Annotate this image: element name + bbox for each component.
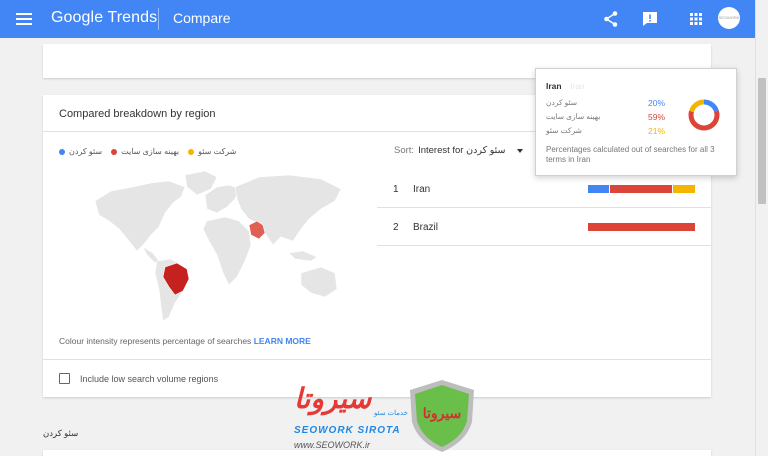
sort-control[interactable]: Sort: Interest for سئو کردن [394, 145, 524, 156]
legend-dot-blue [59, 148, 65, 155]
share-icon[interactable] [601, 9, 621, 29]
tooltip-term: بهینه سازی سایت [546, 112, 601, 121]
share-segment [672, 185, 695, 193]
region-tooltip: Iran Iran سئو کردن 20% بهینه سازی سایت 5… [535, 68, 737, 176]
row-share-bar [588, 223, 695, 231]
row-rank: 1 [393, 184, 399, 195]
card-title: Compared breakdown by region [59, 108, 216, 120]
share-segment [588, 185, 609, 193]
map-australia [300, 266, 338, 298]
feedback-icon[interactable] [640, 9, 660, 29]
tooltip-ghost-label: Iran [570, 81, 585, 91]
legend-label: سئو کردن [69, 147, 103, 156]
row-share-bar [588, 185, 695, 193]
world-map[interactable] [89, 169, 349, 329]
tooltip-title: Iran [546, 81, 562, 91]
shield-text: سیروتا [423, 406, 462, 422]
watermark-small: خدمات سئو [374, 410, 409, 417]
watermark-line2: www.SEOWORK.ir [294, 440, 371, 450]
low-volume-label: Include low search volume regions [80, 374, 219, 384]
table-row[interactable]: 2 Brazil [377, 208, 711, 246]
tooltip-row: سئو کردن 20% [546, 98, 666, 108]
legend-dot-red [111, 148, 118, 155]
legend-dot-yellow [188, 148, 195, 155]
watermark-brand: سیروتا [294, 382, 372, 415]
legend: سئو کردن بهینه سازی سایت شرکت سئو [59, 147, 236, 156]
map-north-america [94, 180, 186, 252]
map-central-america [142, 246, 160, 264]
share-segment [610, 185, 672, 193]
tooltip-donut [688, 99, 720, 131]
low-volume-checkbox[interactable] [59, 373, 70, 384]
map-note: Colour intensity represents percentage o… [59, 336, 311, 346]
legend-item: سئو کردن [59, 147, 102, 156]
shield-logo: سیروتا [410, 380, 474, 452]
legend-label: بهینه سازی سایت [121, 147, 180, 156]
tooltip-pct: 59% [648, 112, 666, 122]
watermark-line1: SEOWORK SIROTA [294, 425, 401, 436]
region-list: 1 Iran 2 Brazil [377, 170, 711, 246]
map-africa [202, 216, 252, 286]
row-name: Brazil [413, 222, 439, 233]
row-rank: 2 [393, 222, 399, 233]
tooltip-pct: 21% [648, 126, 666, 136]
legend-item: شرکت سئو [188, 147, 236, 156]
learn-more-link[interactable]: LEARN MORE [254, 336, 311, 346]
tooltip-pct: 20% [648, 98, 666, 108]
map-indonesia [288, 250, 318, 262]
sort-label: Sort: [394, 145, 415, 156]
legend-item: بهینه سازی سایت [111, 147, 179, 156]
tooltip-row: بهینه سازی سایت 59% [546, 112, 666, 122]
app-bar: Google Trends Compare SEOWORK [0, 0, 755, 38]
row-name: Iran [413, 184, 431, 195]
term-section-label: سئو کردن [43, 428, 79, 438]
chevron-down-icon[interactable] [517, 148, 524, 153]
sort-value[interactable]: Interest for سئو کردن [418, 145, 505, 156]
share-segment [588, 223, 695, 231]
appbar-divider [158, 8, 159, 30]
legend-label: شرکت سئو [198, 147, 237, 156]
tooltip-term: سئو کردن [546, 98, 578, 107]
tooltip-term: شرکت سئو [546, 126, 582, 135]
apps-icon[interactable] [686, 9, 706, 29]
menu-icon[interactable] [14, 10, 34, 28]
scrollbar[interactable] [755, 0, 768, 456]
avatar[interactable]: SEOWORK [718, 7, 740, 29]
scrollbar-thumb[interactable] [758, 78, 766, 204]
watermark: سیروتا خدمات سئو SEOWORK SIROTA www.SEOW… [290, 376, 480, 456]
map-note-text: Colour intensity represents percentage o… [59, 336, 252, 346]
tooltip-footer: Percentages calculated out of searches f… [546, 145, 715, 164]
tooltip-row: شرکت سئو 21% [546, 126, 666, 136]
page-title: Compare [173, 10, 231, 26]
google-trends-logo[interactable]: Google Trends [51, 9, 157, 27]
